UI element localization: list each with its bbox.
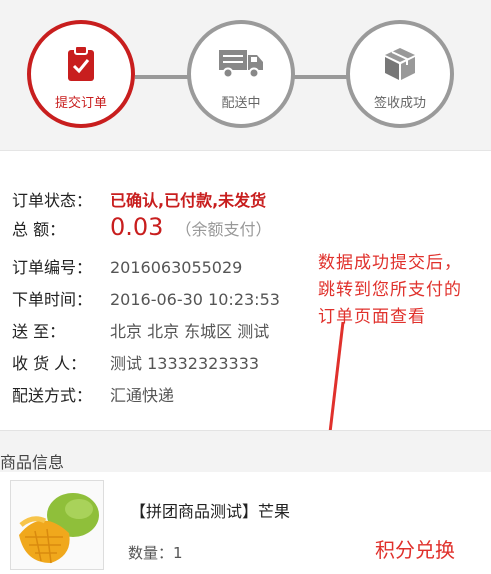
product-quantity: 数量：1 (128, 542, 183, 563)
delivery-truck-icon (218, 46, 264, 84)
order-status-label: 订单状态： (12, 191, 93, 210)
quantity-label: 数量： (128, 544, 174, 562)
shipping-label: 配送方式： (12, 386, 93, 405)
package-box-icon (383, 46, 417, 86)
order-time-value: 2016-06-30 10:23:53 (110, 290, 280, 309)
payment-method-note: （余额支付） (175, 220, 272, 239)
step-label: 提交订单 (54, 96, 107, 111)
order-time-label: 下单时间： (12, 290, 93, 309)
goods-section-header: 商品信息 (0, 430, 491, 473)
product-image[interactable] (10, 480, 104, 570)
goods-section-title: 商品信息 (0, 453, 65, 472)
shipping-value: 汇通快递 (110, 386, 175, 405)
order-total-value: 0.03 (110, 213, 164, 241)
step-label: 签收成功 (373, 96, 426, 111)
annotation-line: 跳转到您所支付的 (318, 280, 462, 300)
receiver-row: 收 货 人： 测试 13332323333 (12, 350, 259, 374)
quantity-value: 1 (173, 544, 183, 562)
points-exchange-label: 积分兑换 (375, 538, 455, 562)
progress-line (294, 75, 349, 79)
step-delivering: 配送中 (187, 20, 295, 128)
step-label: 配送中 (221, 96, 261, 111)
order-progress: 提交订单 配送中 签收成功 (0, 0, 491, 150)
address-value: 北京 北京 东城区 测试 (110, 322, 270, 341)
address-label: 送 至： (12, 322, 66, 341)
annotation-line: 数据成功提交后， (318, 253, 462, 273)
receiver-value: 测试 13332323333 (110, 354, 260, 373)
product-name[interactable]: 【拼团商品测试】芒果 (130, 498, 290, 522)
address-row: 送 至： 北京 北京 东城区 测试 (12, 318, 269, 342)
order-time-row: 下单时间： 2016-06-30 10:23:53 (12, 286, 280, 310)
progress-line (135, 75, 190, 79)
order-number-row: 订单编号： 2016063055029 (12, 254, 242, 278)
order-number-value: 2016063055029 (110, 258, 243, 277)
order-total-row: 总 额： 0.03 （余额支付） (12, 213, 271, 241)
product-item[interactable]: 【拼团商品测试】芒果 数量：1 积分兑换 (0, 472, 491, 574)
order-total-label: 总 额： (12, 220, 66, 239)
step-submit-order: 提交订单 (27, 20, 135, 128)
order-number-label: 订单编号： (12, 258, 93, 277)
shipping-row: 配送方式： 汇通快递 (12, 382, 174, 406)
annotation-note: 数据成功提交后， 跳转到您所支付的 订单页面查看 (318, 250, 490, 331)
step-delivered: 签收成功 (346, 20, 454, 128)
annotation-line: 订单页面查看 (318, 307, 426, 327)
order-status-value: 已确认,已付款,未发货 (110, 191, 267, 210)
receiver-label: 收 货 人： (12, 354, 87, 373)
clipboard-check-icon (67, 45, 95, 86)
order-status-row: 订单状态： 已确认,已付款,未发货 (12, 187, 266, 211)
